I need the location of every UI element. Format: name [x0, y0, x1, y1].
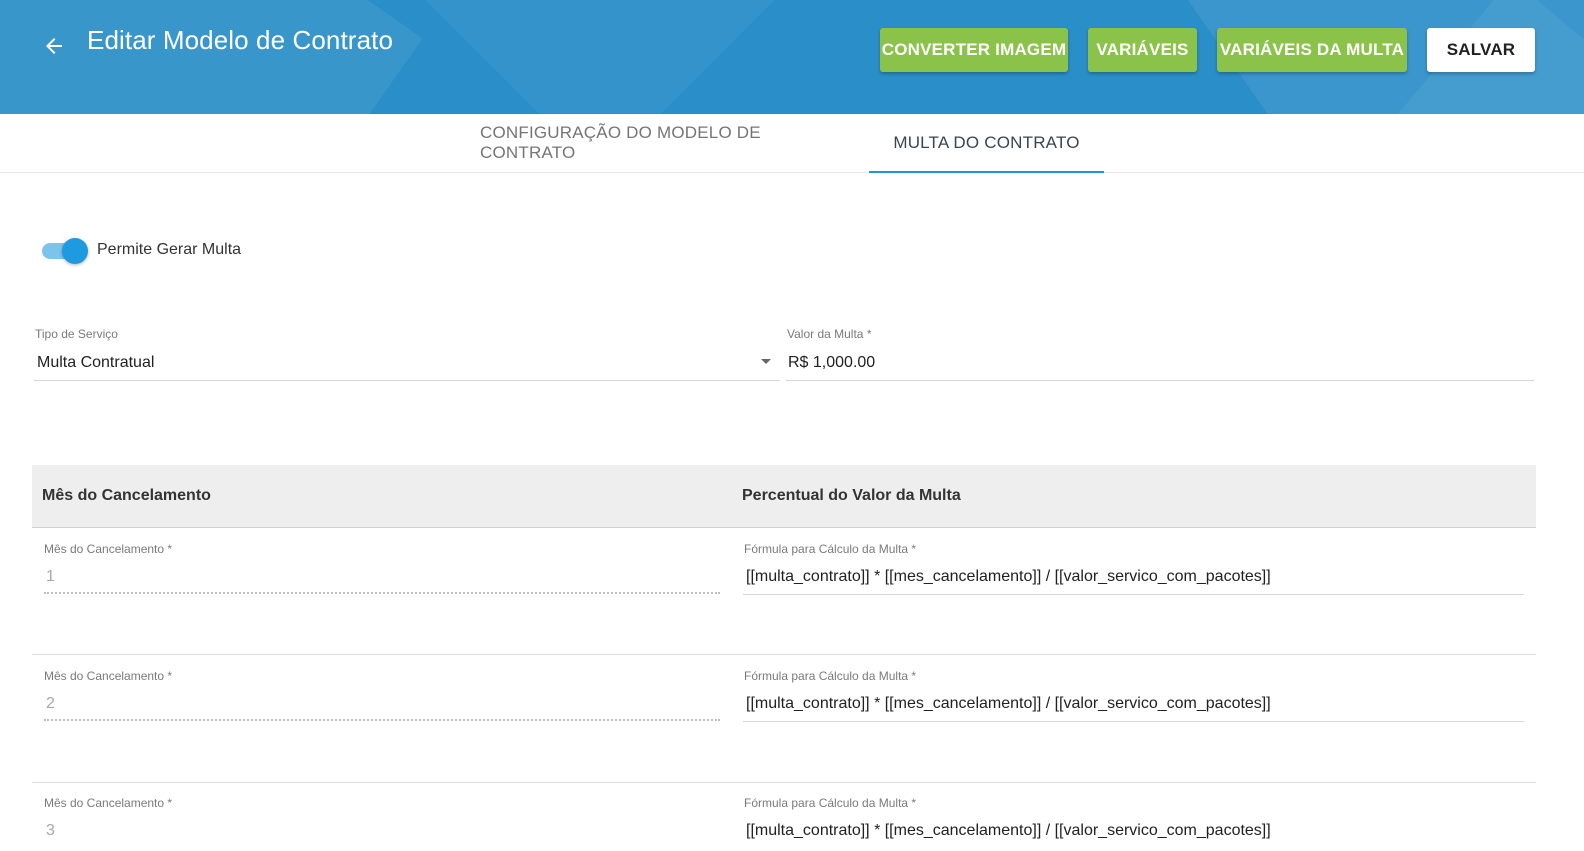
allow-fine-toggle[interactable] [42, 238, 88, 264]
fine-value-input[interactable]: R$ 1,000.00 [788, 354, 1528, 372]
formula-label: Fórmula para Cálculo da Multa * [744, 669, 917, 683]
tab-contract-fine[interactable]: MULTA DO CONTRATO [869, 114, 1104, 173]
tab-bar: CONFIGURAÇÃO DO MODELO DE CONTRATO MULTA… [0, 114, 1584, 173]
cancel-month-input: 3 [46, 822, 55, 839]
service-type-underline [34, 380, 780, 381]
header-decoration [345, 0, 855, 114]
fine-value-underline [786, 380, 1534, 381]
variables-button[interactable]: VARIÁVEIS [1088, 28, 1197, 72]
formula-label: Fórmula para Cálculo da Multa * [744, 542, 917, 556]
convert-image-button[interactable]: CONVERTER IMAGEM [880, 28, 1068, 72]
page-title: Editar Modelo de Contrato [87, 25, 394, 55]
cancel-month-underline [44, 719, 720, 721]
formula-input[interactable]: [[multa_contrato]] * [[mes_cancelamento]… [746, 695, 1522, 713]
arrow-left-icon [46, 38, 62, 54]
app-header: Editar Modelo de Contrato CONVERTER IMAG… [0, 0, 1584, 114]
save-button[interactable]: SALVAR [1427, 28, 1535, 72]
cancel-month-input: 2 [46, 695, 55, 712]
cancel-month-label: Mês do Cancelamento * [44, 796, 173, 810]
formula-label: Fórmula para Cálculo da Multa * [744, 796, 917, 810]
formula-input[interactable]: [[multa_contrato]] * [[mes_cancelamento]… [746, 822, 1522, 840]
column-header-cancel-month: Mês do Cancelamento [42, 487, 211, 504]
column-header-fine-percentage: Percentual do Valor da Multa [742, 487, 961, 504]
fine-variables-button[interactable]: VARIÁVEIS DA MULTA [1217, 28, 1407, 72]
back-button[interactable] [36, 28, 72, 64]
toggle-thumb [62, 238, 88, 264]
cancel-month-label: Mês do Cancelamento * [44, 542, 173, 556]
row-divider [32, 654, 1536, 655]
service-type-label: Tipo de Serviço [35, 327, 118, 341]
formula-input[interactable]: [[multa_contrato]] * [[mes_cancelamento]… [746, 568, 1522, 586]
chevron-down-icon[interactable] [761, 359, 771, 364]
formula-underline [743, 721, 1524, 722]
row-divider [32, 782, 1536, 783]
fine-value-label: Valor da Multa * [787, 327, 872, 341]
fine-table-header: Mês do Cancelamento Percentual do Valor … [32, 465, 1536, 528]
formula-underline [743, 594, 1524, 595]
cancel-month-label: Mês do Cancelamento * [44, 669, 173, 683]
service-type-select[interactable]: Multa Contratual [37, 354, 757, 372]
tab-contract-model-config[interactable]: CONFIGURAÇÃO DO MODELO DE CONTRATO [480, 114, 854, 172]
allow-fine-label: Permite Gerar Multa [97, 241, 242, 258]
cancel-month-underline [44, 592, 720, 594]
cancel-month-input: 1 [46, 568, 55, 585]
